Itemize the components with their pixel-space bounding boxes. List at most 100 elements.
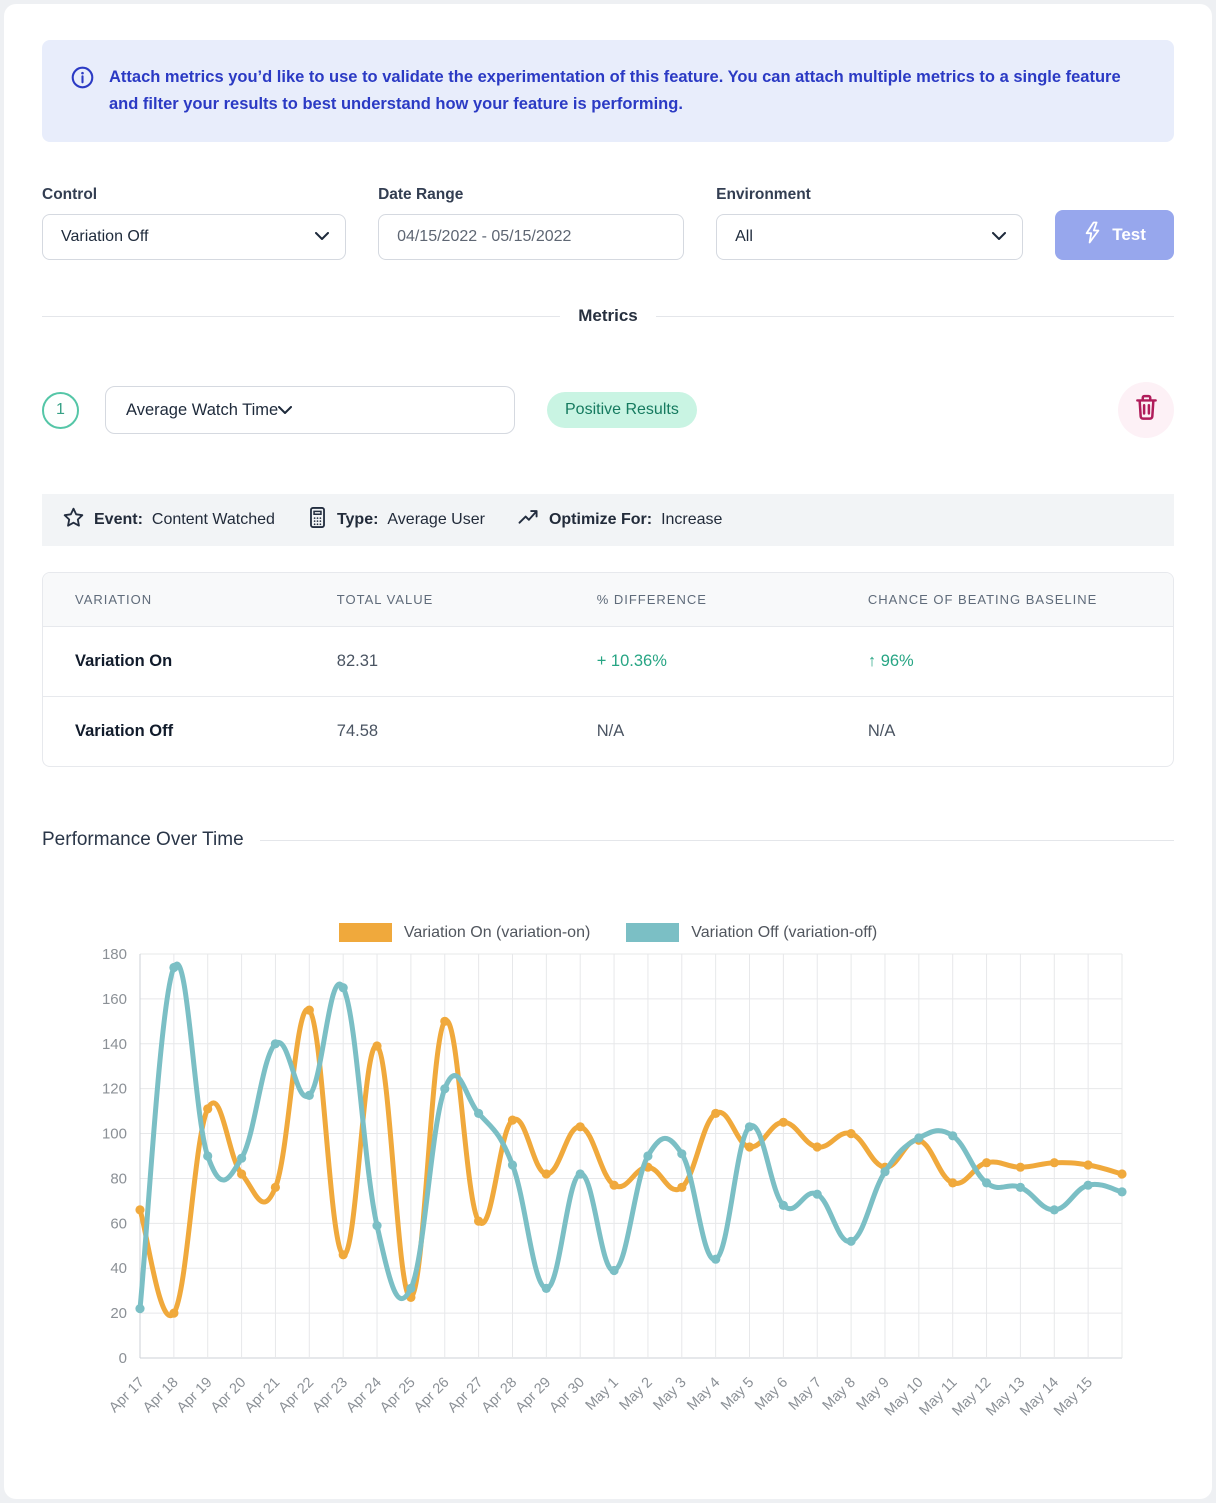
table-row: Variation On 82.31 + 10.36% ↑ 96%: [43, 627, 1173, 697]
performance-section-header: Performance Over Time: [42, 829, 1174, 851]
svg-text:100: 100: [102, 1126, 127, 1143]
type-value: Average User: [387, 511, 485, 529]
svg-text:Apr 29: Apr 29: [513, 1375, 555, 1417]
experiment-results-panel: Attach metrics you’d like to use to vali…: [4, 4, 1212, 1499]
svg-text:160: 160: [102, 991, 127, 1008]
svg-text:May 4: May 4: [684, 1375, 723, 1414]
col-total-value: TOTAL VALUE: [337, 573, 597, 627]
svg-text:May 5: May 5: [718, 1375, 757, 1414]
lightning-icon: [1083, 221, 1102, 249]
metrics-section-title: Metrics: [578, 306, 638, 326]
type-label: Type:: [337, 511, 378, 529]
date-range-value: 04/15/2022 - 05/15/2022: [397, 228, 571, 246]
svg-text:Apr 21: Apr 21: [242, 1375, 284, 1417]
event-group: Event: Content Watched: [62, 506, 275, 534]
environment-select-value: All: [735, 228, 753, 246]
metric-select-value: Average Watch Time: [126, 401, 278, 420]
svg-text:140: 140: [102, 1036, 127, 1053]
metric-select[interactable]: Average Watch Time: [105, 386, 515, 434]
svg-text:May 1: May 1: [583, 1375, 622, 1414]
test-button-label: Test: [1112, 225, 1146, 245]
svg-text:Apr 20: Apr 20: [208, 1375, 250, 1417]
performance-chart-svg: 020406080100120140160180Apr 17Apr 18Apr …: [42, 946, 1182, 1454]
row-chance: ↑ 96%: [868, 627, 1173, 697]
trash-icon: [1134, 394, 1159, 426]
svg-text:60: 60: [110, 1215, 127, 1232]
divider-line: [42, 316, 560, 317]
info-icon: [70, 65, 95, 95]
col-variation: VARIATION: [43, 573, 337, 627]
legend-swatch-orange: [339, 923, 392, 942]
legend-label: Variation Off (variation-off): [691, 924, 877, 942]
svg-text:20: 20: [110, 1305, 127, 1322]
svg-text:May 3: May 3: [650, 1375, 689, 1414]
delete-metric-button[interactable]: [1118, 382, 1174, 438]
col-chance: CHANCE OF BEATING BASELINE: [868, 573, 1173, 627]
calculator-icon: [307, 506, 328, 534]
metrics-divider: Metrics: [42, 306, 1174, 326]
trending-up-icon: [517, 508, 540, 532]
svg-text:Apr 25: Apr 25: [377, 1375, 419, 1417]
results-table: VARIATION TOTAL VALUE % DIFFERENCE CHANC…: [42, 572, 1174, 767]
legend-item-variation-off[interactable]: Variation Off (variation-off): [626, 923, 877, 942]
svg-text:Apr 28: Apr 28: [479, 1375, 521, 1417]
legend-swatch-teal: [626, 923, 679, 942]
chevron-down-icon: [992, 228, 1006, 246]
svg-text:40: 40: [110, 1260, 127, 1277]
svg-text:May 7: May 7: [786, 1375, 825, 1414]
control-select[interactable]: Variation Off: [42, 214, 346, 260]
row-total-value: 74.58: [337, 697, 597, 767]
svg-text:May 6: May 6: [752, 1375, 791, 1414]
svg-text:0: 0: [119, 1350, 127, 1367]
svg-text:May 8: May 8: [820, 1375, 859, 1414]
environment-field: Environment All: [716, 186, 1023, 260]
svg-text:Apr 24: Apr 24: [343, 1375, 385, 1417]
svg-text:May 2: May 2: [617, 1375, 656, 1414]
status-badge: Positive Results: [547, 392, 697, 428]
row-variation-name: Variation Off: [43, 697, 337, 767]
svg-text:Apr 19: Apr 19: [174, 1375, 216, 1417]
svg-text:May 10: May 10: [882, 1375, 927, 1420]
date-range-input[interactable]: 04/15/2022 - 05/15/2022: [378, 214, 684, 260]
row-difference: N/A: [597, 697, 868, 767]
metric-index-badge: 1: [42, 392, 79, 429]
divider-line: [656, 316, 1174, 317]
chart-legend: Variation On (variation-on) Variation Of…: [42, 923, 1174, 942]
environment-select[interactable]: All: [716, 214, 1023, 260]
svg-text:May 15: May 15: [1051, 1375, 1096, 1420]
metric-summary-bar: Event: Content Watched Type: Average Use…: [42, 494, 1174, 546]
row-total-value: 82.31: [337, 627, 597, 697]
metric-row: 1 Average Watch Time Positive Results: [42, 382, 1174, 438]
optimize-value: Increase: [661, 511, 722, 529]
star-icon: [62, 506, 85, 534]
optimize-group: Optimize For: Increase: [517, 508, 722, 532]
environment-label: Environment: [716, 186, 1023, 204]
svg-text:Apr 23: Apr 23: [309, 1375, 351, 1417]
svg-text:Apr 27: Apr 27: [445, 1375, 487, 1417]
type-group: Type: Average User: [307, 506, 485, 534]
control-field: Control Variation Off: [42, 186, 346, 260]
svg-text:Apr 22: Apr 22: [276, 1375, 318, 1417]
divider-line: [260, 840, 1174, 841]
date-range-field: Date Range 04/15/2022 - 05/15/2022: [378, 186, 684, 260]
svg-text:80: 80: [110, 1170, 127, 1187]
control-label: Control: [42, 186, 346, 204]
table-header-row: VARIATION TOTAL VALUE % DIFFERENCE CHANC…: [43, 573, 1173, 627]
optimize-label: Optimize For:: [549, 511, 652, 529]
svg-text:Apr 30: Apr 30: [547, 1375, 589, 1417]
performance-chart: 020406080100120140160180Apr 17Apr 18Apr …: [42, 946, 1174, 1459]
chevron-down-icon: [278, 401, 292, 420]
date-range-label: Date Range: [378, 186, 684, 204]
performance-title: Performance Over Time: [42, 829, 244, 851]
legend-label: Variation On (variation-on): [404, 924, 590, 942]
svg-text:120: 120: [102, 1081, 127, 1098]
table-row: Variation Off 74.58 N/A N/A: [43, 697, 1173, 767]
legend-item-variation-on[interactable]: Variation On (variation-on): [339, 923, 590, 942]
row-difference: + 10.36%: [597, 627, 868, 697]
row-chance: N/A: [868, 697, 1173, 767]
chevron-down-icon: [315, 228, 329, 246]
test-button[interactable]: Test: [1055, 210, 1174, 260]
col-difference: % DIFFERENCE: [597, 573, 868, 627]
control-select-value: Variation Off: [61, 228, 148, 246]
info-banner: Attach metrics you’d like to use to vali…: [42, 40, 1174, 142]
